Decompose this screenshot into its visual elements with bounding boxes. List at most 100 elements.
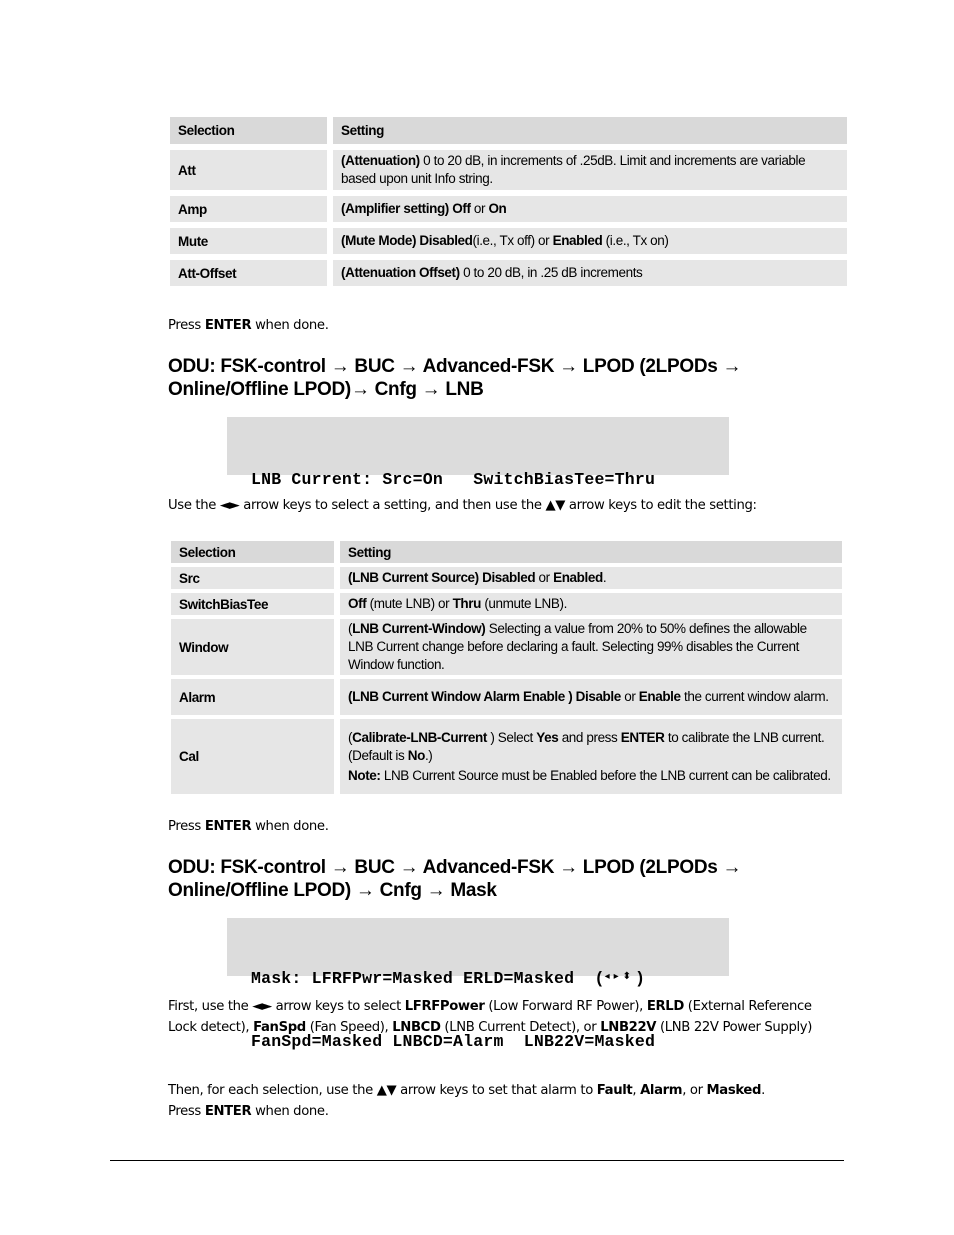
- setting-term: (Attenuation Offset): [341, 265, 460, 280]
- section-heading-mask: ODU: FSK-control → BUC → Advanced-FSK → …: [168, 856, 741, 902]
- para-text: First, use the ◄► arrow keys to select: [168, 999, 405, 1014]
- para-text: ,: [632, 1083, 641, 1098]
- lcd-line: LNB Current: Src=On SwitchBiasTee=Thru: [251, 470, 656, 489]
- para-text: (Fan Speed),: [305, 1020, 393, 1035]
- setting-text: (unmute LNB).: [480, 596, 567, 611]
- table-header-row: Selection Setting: [171, 541, 842, 563]
- setting-text: and press: [558, 729, 621, 745]
- table-row: Alarm (LNB Current Window Alarm Enable )…: [171, 679, 842, 715]
- setting-cell: (Attenuation Offset) 0 to 20 dB, in .25 …: [333, 260, 847, 286]
- setting-term: Enabled: [552, 233, 603, 248]
- setting-cell: (LNB Current-Window) Selecting a value f…: [340, 619, 842, 675]
- setting-cell: (Calibrate-LNB-Current ) Select Yes and …: [340, 719, 842, 794]
- enter-key-label: ENTER: [204, 819, 252, 834]
- press-enter-note: Press ENTER when done.: [168, 816, 329, 837]
- para-text: (Low Forward RF Power),: [484, 999, 647, 1014]
- selection-cell: Cal: [171, 719, 334, 794]
- note-text: when done.: [251, 318, 329, 333]
- setting-term: (LNB Current Source) Disabled: [348, 570, 536, 585]
- header-selection: Selection: [171, 541, 334, 563]
- table-row: Amp (Amplifier setting) Off or On: [170, 196, 847, 222]
- para-term: ERLD: [646, 999, 684, 1014]
- para-text: (LNB 22V Power Supply): [656, 1020, 813, 1035]
- lcd-text: ): [634, 969, 646, 988]
- attenuation-settings-table: Selection Setting Att (Attenuation) 0 to…: [170, 117, 847, 286]
- setting-text: or: [620, 689, 639, 704]
- note-text: when done.: [251, 819, 329, 834]
- selection-cell: Alarm: [171, 679, 334, 715]
- setting-text: .): [424, 747, 433, 763]
- footer-divider: [110, 1160, 844, 1161]
- setting-term: LNB Current-Window): [352, 621, 486, 636]
- note-text: LNB Current Source must be Enabled befor…: [380, 767, 831, 783]
- setting-text: (i.e., Tx off) or: [472, 233, 553, 248]
- heading-line: Online/Offline LPOD) → Cnfg → Mask: [168, 880, 497, 901]
- setting-term: No: [407, 747, 426, 763]
- setting-term: (LNB Current Window Alarm Enable ) Disab…: [348, 689, 621, 704]
- table-row: Att (Attenuation) 0 to 20 dB, in increme…: [170, 150, 847, 190]
- lnb-settings-table: Selection Setting Src (LNB Current Sourc…: [171, 541, 842, 794]
- setting-term: Thru: [452, 596, 482, 611]
- setting-cell: (LNB Current Source) Disabled or Enabled…: [340, 567, 842, 589]
- header-selection: Selection: [170, 117, 327, 144]
- header-setting: Setting: [333, 117, 847, 144]
- selection-cell: Att: [170, 150, 327, 190]
- lcd-display-mask: Mask: LFRFPwr=Masked ERLD=Masked (◂▸⬍) F…: [227, 918, 729, 1051]
- setting-term: Calibrate-LNB-Current: [352, 729, 487, 745]
- setting-term: Yes: [536, 729, 559, 745]
- para-term: LNBCD: [392, 1020, 441, 1035]
- para-text: .: [761, 1083, 765, 1098]
- table-row: SwitchBiasTee Off (mute LNB) or Thru (un…: [171, 593, 842, 615]
- mask-alarm-paragraph: Then, for each selection, use the ▲▼ arr…: [168, 1080, 848, 1122]
- section-heading-lnb: ODU: FSK-control → BUC → Advanced-FSK → …: [168, 355, 741, 401]
- setting-text: the current window alarm.: [680, 689, 829, 704]
- heading-line: Online/Offline LPOD)→ Cnfg → LNB: [168, 379, 484, 400]
- setting-term: Off: [348, 596, 367, 611]
- setting-text: or: [535, 570, 554, 585]
- para-term: Alarm: [640, 1083, 683, 1098]
- setting-term: (Attenuation): [341, 153, 420, 168]
- para-text: , or: [682, 1083, 707, 1098]
- table-header-row: Selection Setting: [170, 117, 847, 144]
- setting-term: ENTER: [620, 729, 665, 745]
- table-row: Src (LNB Current Source) Disabled or Ena…: [171, 567, 842, 589]
- setting-term: Enabled: [553, 570, 603, 585]
- para-term: Masked: [706, 1083, 762, 1098]
- setting-cell: Off (mute LNB) or Thru (unmute LNB).: [340, 593, 842, 615]
- instruction-text: Use the ◄► arrow keys to select a settin…: [168, 498, 757, 513]
- setting-text: or: [470, 201, 489, 216]
- setting-cell: (Mute Mode) Disabled(i.e., Tx off) or En…: [333, 228, 847, 254]
- setting-cell: (Attenuation) 0 to 20 dB, in increments …: [333, 150, 847, 190]
- table-row: Window (LNB Current-Window) Selecting a …: [171, 619, 842, 675]
- heading-line: ODU: FSK-control → BUC → Advanced-FSK → …: [168, 356, 742, 377]
- setting-term: On: [488, 201, 507, 216]
- mask-instruction-paragraph: First, use the ◄► arrow keys to select L…: [168, 996, 843, 1038]
- selection-cell: SwitchBiasTee: [171, 593, 334, 615]
- lcd-line: Mask: LFRFPwr=Masked ERLD=Masked (◂▸⬍): [251, 966, 729, 989]
- para-term: FanSpd: [253, 1020, 306, 1035]
- setting-term: (Mute Mode) Disabled: [341, 233, 473, 248]
- para-term: LNB22V: [600, 1020, 657, 1035]
- para-term: Fault: [596, 1083, 633, 1098]
- selection-cell: Mute: [170, 228, 327, 254]
- enter-key-label: ENTER: [204, 1104, 252, 1119]
- lcd-text: Mask: LFRFPwr=Masked ERLD=Masked (: [251, 969, 605, 988]
- setting-text: (i.e., Tx on): [602, 233, 669, 248]
- enter-key-label: ENTER: [204, 318, 252, 333]
- setting-term: (Amplifier setting) Off: [341, 201, 471, 216]
- arrow-keys-icon: ◂▸⬍: [604, 971, 635, 982]
- header-setting: Setting: [340, 541, 842, 563]
- para-text: Then, for each selection, use the ▲▼ arr…: [168, 1083, 597, 1098]
- press-enter-note: Press ENTER when done.: [168, 315, 329, 336]
- note-label: Note:: [348, 767, 381, 783]
- table-row: Mute (Mute Mode) Disabled(i.e., Tx off) …: [170, 228, 847, 254]
- setting-text: 0 to 20 dB, in .25 dB increments: [459, 265, 643, 280]
- lcd-display-lnb: LNB Current: Src=On SwitchBiasTee=Thru W…: [227, 417, 729, 560]
- table-row: Cal (Calibrate-LNB-Current ) Select Yes …: [171, 719, 842, 794]
- selection-cell: Att-Offset: [170, 260, 327, 286]
- note-text: Press: [168, 318, 205, 333]
- heading-line: ODU: FSK-control → BUC → Advanced-FSK → …: [168, 857, 742, 878]
- setting-text: ) Select: [486, 729, 537, 745]
- note-text: Press: [168, 819, 205, 834]
- setting-term: Enable: [638, 689, 681, 704]
